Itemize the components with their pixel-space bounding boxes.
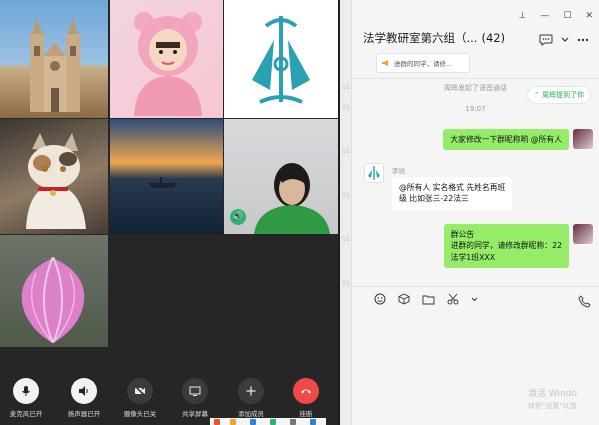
message-bubble-notice[interactable]: 群公告 进群的同学，请修改群昵称：22 法学1班XXX	[443, 224, 569, 268]
message-text-line: 级 比如张三-22法三	[399, 194, 469, 204]
law-logo-image	[252, 16, 310, 104]
announcement-icon	[382, 60, 388, 66]
chat-panel: ⊥ — ☐ ✕ 法学教研室第六组（... (42) 进群的同学，请修... 周辉发…	[352, 0, 599, 425]
screen-share-icon	[182, 378, 208, 404]
video-tile-cat[interactable]	[0, 119, 108, 234]
speaker-icon	[71, 378, 97, 404]
cube-icon[interactable]	[398, 293, 410, 305]
taskbar-strip	[210, 418, 326, 425]
notice-text: 进群的同学，请修...	[394, 60, 453, 68]
mention-jump-pill[interactable]: ⌃ 周辉提到了你	[526, 86, 591, 104]
emoji-icon[interactable]	[374, 293, 386, 305]
video-tile-logo[interactable]	[224, 0, 338, 118]
notice-heading: 群公告	[450, 230, 475, 239]
member-count: (42)	[481, 31, 506, 45]
camera-off-icon	[127, 378, 153, 404]
message-text-line: @所有人 实名格式 先姓名再班	[399, 183, 506, 192]
camera-label: 摄像头已关	[123, 410, 157, 418]
speaker-label: 扬声器已开	[67, 410, 101, 418]
boat-image	[148, 177, 178, 188]
desktop: 🔊 麦克风已开 扬声器已开 摄像头已关 共享屏幕 添加成员 挂断 11 11 1…	[0, 0, 599, 425]
chevron-down-icon[interactable]	[471, 297, 478, 302]
cat-image	[26, 133, 86, 229]
video-tile-cathedral[interactable]	[0, 0, 108, 118]
cathedral-image	[30, 16, 80, 112]
app-icon	[214, 419, 220, 425]
chat-window: 11 11 11 11 11 11 ⊥ — ☐ ✕ 法学教研室第六组（... (4…	[340, 0, 599, 425]
video-tile-sunset[interactable]	[110, 119, 223, 234]
hang-up-label: 挂断	[299, 410, 313, 418]
add-member-button[interactable]: 添加成员	[223, 378, 279, 418]
message-text-line: 进群的同学，请修改群昵称：22	[450, 241, 562, 251]
close-icon[interactable]: ✕	[585, 11, 593, 21]
chat-more-icon[interactable]	[539, 34, 553, 46]
message-text: 大家修改一下群昵称哟 @所有人	[450, 135, 562, 144]
hang-up-button[interactable]: 挂断	[278, 378, 334, 418]
hang-up-icon	[293, 378, 319, 404]
folder-icon[interactable]	[422, 294, 435, 305]
window-controls: ⊥ — ☐ ✕	[519, 10, 593, 22]
law-logo-icon	[368, 166, 380, 180]
share-screen-button[interactable]: 共享屏幕	[167, 378, 223, 418]
activation-watermark: 激活 Windo	[528, 389, 577, 399]
mic-button[interactable]: 麦克风已开	[0, 378, 54, 418]
phone-icon	[578, 295, 591, 308]
chevron-down-icon[interactable]	[561, 37, 569, 43]
chat-title: 法学教研室第六组（... (42)	[363, 30, 505, 46]
sender-avatar[interactable]	[364, 163, 384, 183]
app-icon	[310, 419, 316, 425]
title-actions	[539, 34, 589, 46]
mention-pill-label: 周辉提到了你	[542, 91, 584, 99]
video-tile-flower[interactable]	[0, 235, 108, 347]
message-bubble-incoming[interactable]: @所有人 实名格式 先姓名再班 级 比如张三-22法三	[392, 177, 513, 210]
plus-icon	[238, 378, 264, 404]
video-call-window: 🔊 麦克风已开 扬声器已开 摄像头已关 共享屏幕 添加成员 挂断	[0, 0, 338, 425]
app-icon	[290, 419, 296, 425]
self-avatar[interactable]	[573, 224, 593, 244]
message-text-line: 法学1班XXX	[450, 252, 496, 262]
app-icon	[270, 419, 276, 425]
sender-name: 李锐	[392, 167, 405, 175]
video-tile-girl[interactable]	[110, 0, 223, 118]
participant-person-image	[254, 163, 330, 234]
group-name: 法学教研室第六组（...	[363, 31, 478, 45]
microphone-icon	[13, 378, 39, 404]
mic-label: 麦克风已开	[9, 410, 43, 418]
flower-image	[21, 257, 85, 343]
more-options-icon[interactable]	[577, 38, 589, 42]
input-toolbar	[374, 293, 478, 305]
self-avatar[interactable]	[573, 129, 593, 149]
scissors-icon[interactable]	[447, 293, 459, 305]
speaker-button[interactable]: 扬声器已开	[56, 378, 112, 418]
camera-button[interactable]: 摄像头已关	[112, 378, 168, 418]
group-notice-chip[interactable]: 进群的同学，请修...	[376, 53, 470, 73]
message-timestamp: 19:07	[465, 105, 486, 113]
activation-watermark-sub: 转到"设置"以激	[528, 402, 577, 410]
pin-icon[interactable]: ⊥	[519, 11, 527, 21]
divider	[352, 286, 599, 287]
minimize-icon[interactable]: —	[540, 11, 549, 21]
speaking-audio-icon: 🔊	[230, 209, 246, 225]
divider	[352, 78, 599, 79]
app-icon	[250, 419, 256, 425]
video-tile-speaker[interactable]: 🔊	[224, 119, 338, 234]
voice-call-button[interactable]	[578, 293, 591, 312]
app-icon	[230, 419, 236, 425]
girl-avatar-image	[134, 12, 202, 116]
add-member-label: 添加成员	[238, 410, 264, 418]
conversation-list-edge: 11 11 11 11 11 11	[340, 0, 352, 425]
maximize-icon[interactable]: ☐	[563, 11, 571, 21]
message-bubble-outgoing[interactable]: 大家修改一下群昵称哟 @所有人	[443, 129, 569, 151]
share-screen-label: 共享屏幕	[182, 410, 208, 418]
